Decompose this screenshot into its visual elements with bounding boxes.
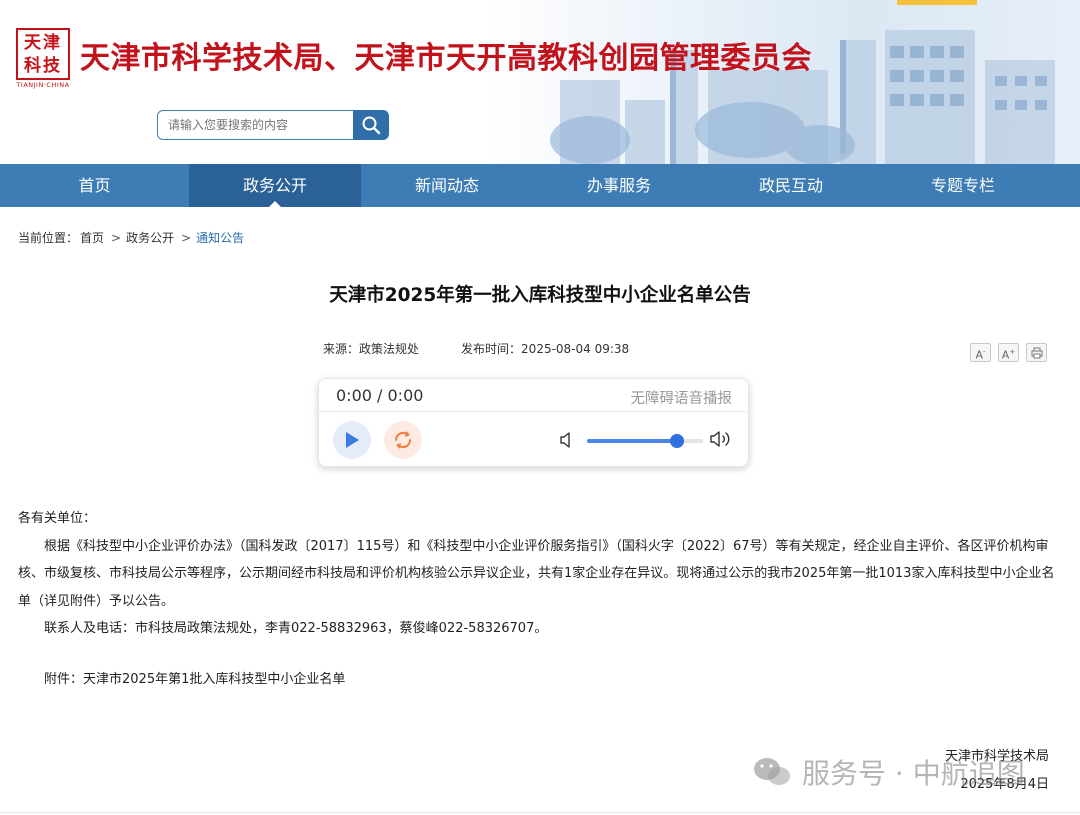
site-logo[interactable]: 天津 科技 TIANJIN·CHINA xyxy=(16,28,70,90)
breadcrumb-home[interactable]: 首页 xyxy=(80,231,104,245)
article-title: 天津市2025年第一批入库科技型中小企业名单公告 xyxy=(329,285,751,306)
salutation: 各有关单位： xyxy=(18,511,97,526)
breadcrumb-separator: > xyxy=(111,231,122,245)
print-button[interactable] xyxy=(1026,343,1047,362)
site-header: 天津 科技 TIANJIN·CHINA 天津市科学技术局、天津市天开高教科创园管… xyxy=(0,0,1080,164)
nav-item-home[interactable]: 首页 xyxy=(0,164,189,207)
font-increase-button[interactable]: A+ xyxy=(998,343,1019,362)
site-title: 天津市科学技术局、天津市天开高教科创园管理委员会 xyxy=(80,41,812,76)
breadcrumb-prefix: 当前位置： xyxy=(18,231,79,245)
search-bar xyxy=(157,110,389,140)
breadcrumb: 当前位置： 首页 > 政务公开 > 通知公告 xyxy=(18,229,246,246)
search-input[interactable] xyxy=(157,110,357,140)
logo-seal: 天津 科技 xyxy=(16,28,70,80)
print-icon xyxy=(1031,347,1042,359)
source-value: 政策法规处 xyxy=(359,342,420,356)
article-meta: 来源：政策法规处 发布时间：2025-08-04 09:38 xyxy=(323,340,629,357)
breadcrumb-separator: > xyxy=(181,231,192,245)
footer-divider xyxy=(0,812,1080,813)
volume-high-icon[interactable] xyxy=(710,430,732,448)
publish-time: 2025-08-04 09:38 xyxy=(521,342,630,356)
article-tools: A- A+ xyxy=(970,343,1047,362)
search-button[interactable] xyxy=(353,110,389,140)
header-accent-bar xyxy=(897,0,977,5)
nav-item-services[interactable]: 办事服务 xyxy=(533,164,705,207)
watermark-text: 服务号 · 中航追图 xyxy=(802,757,1025,790)
play-button[interactable] xyxy=(333,421,371,459)
breadcrumb-current[interactable]: 通知公告 xyxy=(196,231,244,245)
nav-item-topics[interactable]: 专题专栏 xyxy=(877,164,1049,207)
accessibility-voice-label: 无障碍语音播报 xyxy=(630,391,733,407)
nav-item-government-affairs[interactable]: 政务公开 xyxy=(189,164,361,207)
volume-slider[interactable] xyxy=(587,434,703,448)
refresh-icon xyxy=(394,431,412,449)
wechat-icon xyxy=(754,758,790,785)
logo-text-bottom: 科技 xyxy=(24,56,62,76)
nav-item-news[interactable]: 新闻动态 xyxy=(361,164,533,207)
volume-low-icon[interactable] xyxy=(560,432,574,448)
player-divider xyxy=(319,411,748,412)
contact-info: 联系人及电话：市科技局政策法规处，李青022-58832963，蔡俊峰022-5… xyxy=(44,621,548,636)
volume-fill xyxy=(587,439,678,443)
watermark: 服务号 · 中航追图 xyxy=(752,752,1025,792)
body-paragraph: 根据《科技型中小企业评价办法》（国科发政〔2017〕115号）和《科技型中小企业… xyxy=(18,538,1055,609)
time-label: 发布时间： xyxy=(461,342,522,356)
nav-item-interaction[interactable]: 政民互动 xyxy=(705,164,877,207)
search-icon xyxy=(362,116,381,135)
source-label: 来源： xyxy=(323,342,360,356)
logo-text-top: 天津 xyxy=(24,33,62,53)
breadcrumb-gov[interactable]: 政务公开 xyxy=(126,231,174,245)
logo-caption: TIANJIN·CHINA xyxy=(16,81,70,89)
volume-knob[interactable] xyxy=(670,434,685,448)
font-decrease-button[interactable]: A- xyxy=(970,343,991,362)
main-nav: 首页 政务公开 新闻动态 办事服务 政民互动 专题专栏 xyxy=(0,164,1080,207)
play-icon xyxy=(346,432,359,448)
audio-player: 0:00 / 0:00 无障碍语音播报 xyxy=(318,378,749,467)
attachment-link[interactable]: 附件：天津市2025年第1批入库科技型中小企业名单 xyxy=(18,666,1058,694)
audio-time: 0:00 / 0:00 xyxy=(336,386,424,405)
replay-button[interactable] xyxy=(384,421,422,459)
article-body: 各有关单位： 根据《科技型中小企业评价办法》（国科发政〔2017〕115号）和《… xyxy=(18,505,1058,693)
